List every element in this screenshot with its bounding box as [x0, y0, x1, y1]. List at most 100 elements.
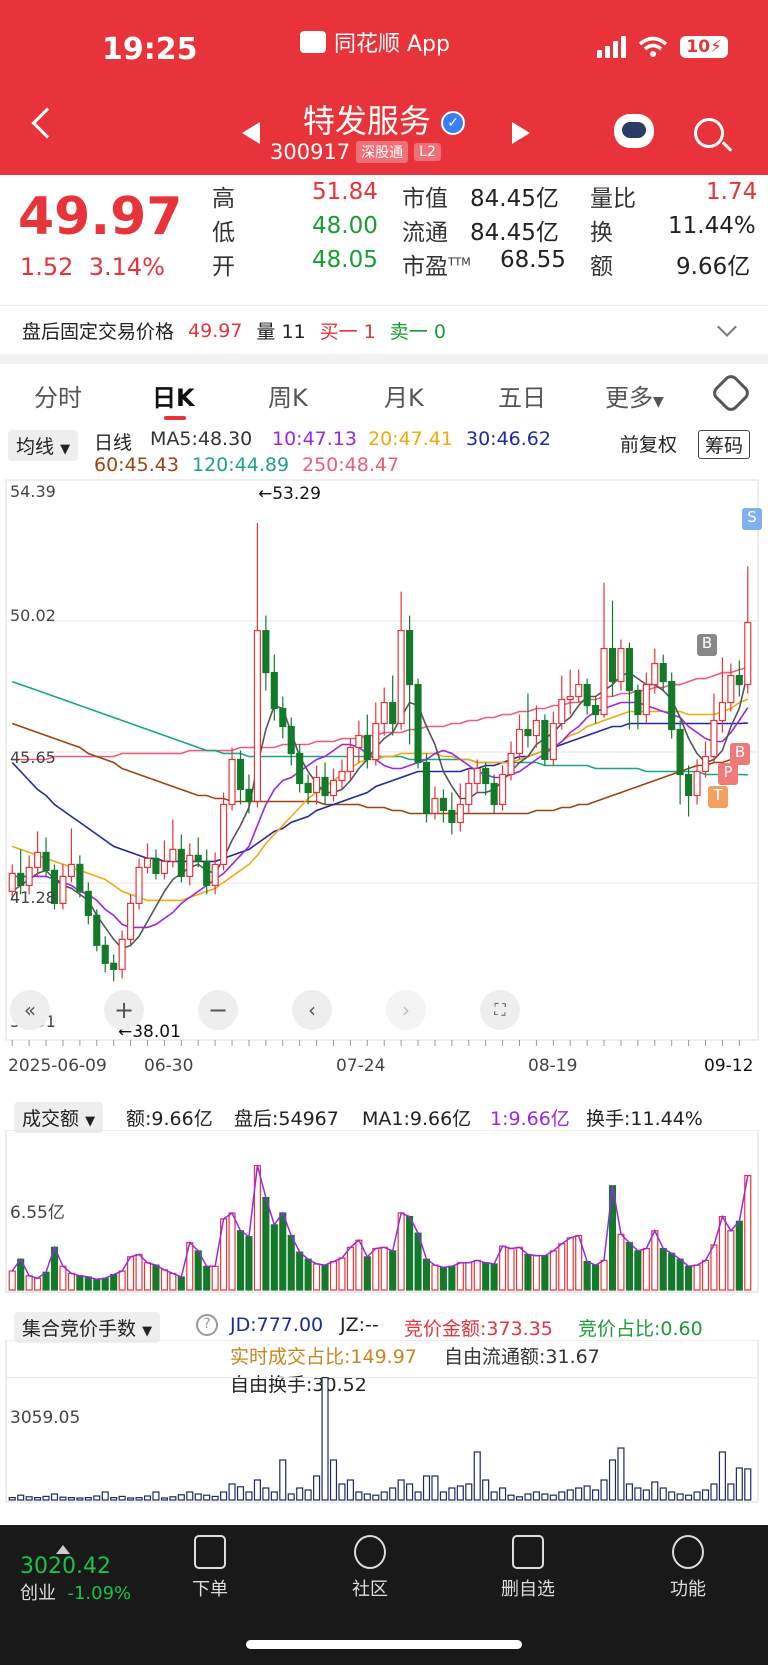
candle-body: [236, 758, 245, 791]
auction-chart[interactable]: [0, 1340, 768, 1510]
status-time: 19:25: [102, 32, 198, 67]
auction-bar: [422, 1475, 431, 1501]
auction-indicator-button[interactable]: 集合竞价手数 ▼: [14, 1312, 161, 1343]
volume-bar: [118, 1270, 126, 1291]
profit-marker[interactable]: P: [718, 763, 738, 785]
zoom-out-icon[interactable]: −: [198, 990, 238, 1030]
verified-icon: ✓: [441, 111, 466, 135]
scroll-right-icon[interactable]: ›: [386, 990, 426, 1030]
trade-marker[interactable]: T: [708, 786, 728, 808]
candle: [448, 792, 456, 835]
auction-bar: [685, 1494, 693, 1501]
bottom-bar: 3020.42 创业 -1.09% 下单 社区 删自选 功能: [0, 1525, 768, 1665]
auction-ratio: 竞价占比:0.60: [578, 1318, 703, 1340]
candle: [397, 591, 405, 730]
auction-frame: [5, 1340, 759, 1503]
candle-body: [701, 755, 710, 773]
volume-bar: [456, 1262, 464, 1291]
candle: [211, 852, 219, 895]
search-icon[interactable]: [694, 118, 724, 148]
volume-bar: [355, 1239, 363, 1291]
nav-functions-label: 功能: [670, 1579, 706, 1600]
robot-assistant-icon[interactable]: [614, 114, 654, 148]
candle: [101, 936, 109, 973]
auction-bar: [313, 1475, 321, 1501]
zoom-in-icon[interactable]: +: [104, 990, 144, 1030]
candle: [642, 672, 650, 724]
candle-body: [186, 854, 194, 878]
chevron-down-icon[interactable]: [717, 317, 737, 337]
fullscreen-icon[interactable]: ⛶: [480, 990, 520, 1030]
auction-bar: [431, 1475, 439, 1501]
auction-bar: [363, 1493, 371, 1501]
nav-order[interactable]: 下单: [160, 1535, 260, 1601]
auction-bar: [372, 1494, 380, 1501]
nav-remove-watchlist[interactable]: 删自选: [478, 1535, 578, 1601]
tab-intraday[interactable]: 分时: [34, 378, 82, 413]
stock-subtitle: 300917 深股通 L2: [270, 140, 441, 164]
candle: [617, 639, 625, 691]
tab-five-day[interactable]: 五日: [498, 378, 546, 413]
change-pct: 3.14%: [88, 253, 165, 281]
candle-body: [431, 797, 439, 815]
pe-ttm: TTM: [448, 255, 471, 269]
stock-code: 300917: [270, 140, 351, 164]
volume-ma1: MA1:9.66亿: [362, 1108, 472, 1130]
volume-bar: [482, 1262, 490, 1291]
tab-more[interactable]: 更多▼: [605, 378, 664, 413]
candle-body: [651, 662, 659, 686]
volume-chart[interactable]: [0, 1130, 768, 1300]
auction-bar: [448, 1487, 456, 1501]
after-hours-row[interactable]: 盘后固定交易价格 49.97 量 11 买一 1 卖一 0: [0, 305, 768, 355]
chips-button[interactable]: 筹码: [698, 430, 751, 459]
candle: [313, 765, 321, 805]
tab-weekly[interactable]: 周K: [268, 378, 308, 413]
high-label: 高: [212, 186, 235, 212]
volume-y-tick: 6.55亿: [10, 1203, 65, 1223]
auction-bar: [59, 1496, 67, 1501]
auction-bar: [583, 1485, 591, 1501]
tab-monthly[interactable]: 月K: [384, 378, 424, 413]
status-indicators: 10⚡: [597, 36, 728, 58]
volume-bar: [25, 1275, 33, 1291]
candle-body: [380, 701, 388, 725]
auction-bar: [575, 1487, 583, 1501]
volume-bar: [701, 1259, 710, 1291]
battery-icon: 10⚡: [680, 36, 728, 58]
auction-bar: [473, 1451, 481, 1501]
candle-body: [642, 683, 650, 716]
auction-bar: [67, 1497, 75, 1501]
volume-indicator-button[interactable]: 成交额 ▼: [14, 1102, 104, 1133]
auction-bar: [118, 1495, 126, 1501]
ma-selector-button[interactable]: 均线 ▼: [8, 430, 79, 461]
volume-bar: [84, 1276, 92, 1291]
volume-bar: [203, 1265, 211, 1291]
candle: [515, 714, 524, 760]
ma-kind: 日线: [94, 432, 133, 454]
nav-functions[interactable]: 功能: [638, 1535, 738, 1601]
buy-marker[interactable]: B: [730, 743, 750, 765]
buy-marker[interactable]: B: [697, 634, 717, 656]
scroll-left-icon[interactable]: ‹: [292, 990, 332, 1030]
volume-bar: [42, 1271, 50, 1291]
candle: [727, 663, 735, 712]
candle: [625, 642, 633, 730]
rewind-icon[interactable]: «: [10, 990, 50, 1030]
x-date-label: 09-12: [704, 1056, 754, 1076]
tab-daily[interactable]: 日K: [152, 378, 195, 413]
x-date-label: 07-24: [336, 1056, 386, 1076]
candle-body: [592, 704, 600, 716]
sell-marker[interactable]: S: [742, 508, 762, 530]
tag-connect: 深股通: [356, 141, 409, 163]
adjust-toggle[interactable]: 前复权: [620, 430, 677, 457]
next-stock-button[interactable]: [512, 122, 530, 144]
candle: [685, 765, 693, 817]
nav-community[interactable]: 社区: [320, 1535, 420, 1601]
candle-body: [456, 803, 464, 824]
help-icon[interactable]: ?: [196, 1314, 218, 1336]
auction-bar: [186, 1491, 194, 1501]
candle-body: [625, 647, 633, 692]
mcap-value: 84.45亿: [470, 186, 559, 212]
candle: [152, 849, 160, 880]
index-ticker[interactable]: 3020.42 创业 -1.09%: [20, 1545, 131, 1605]
